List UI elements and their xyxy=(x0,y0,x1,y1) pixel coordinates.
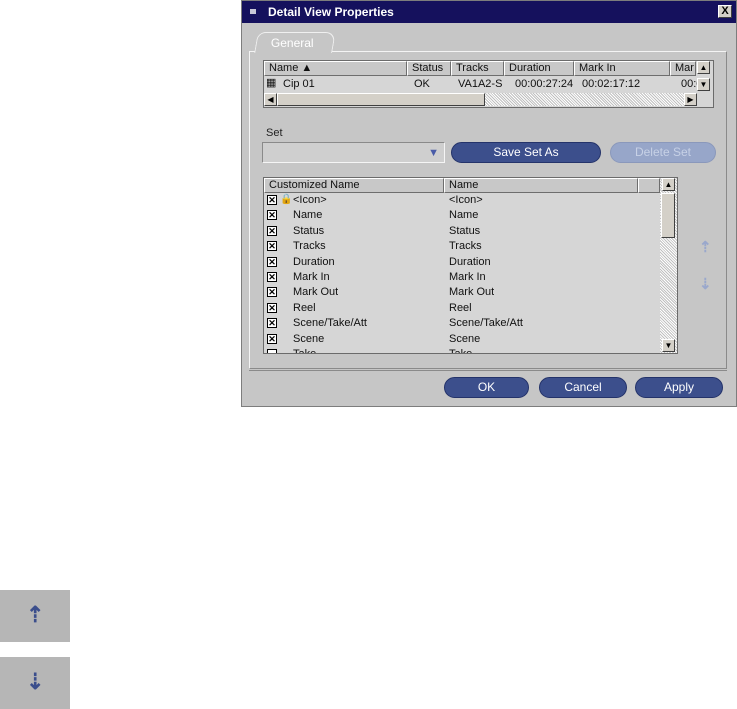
move-up-button[interactable]: ⇡ xyxy=(0,590,70,642)
scroll-left-button[interactable]: ◀ xyxy=(264,93,277,106)
clip-duration: 00:00:27:24 xyxy=(515,78,574,90)
clip-table: Name ▲ Status Tracks Duration Mark In Ma… xyxy=(263,60,714,108)
arrow-up-icon: ⇡ xyxy=(26,602,45,627)
customized-name-cell[interactable]: Tracks xyxy=(293,240,326,252)
set-label: Set xyxy=(266,127,283,139)
customized-name-cell[interactable]: Duration xyxy=(293,256,335,268)
name-cell: Name xyxy=(449,209,479,222)
customized-name-cell[interactable]: Status xyxy=(293,225,324,237)
visibility-checkbox[interactable]: ✕ xyxy=(267,195,277,205)
vertical-scrollbar[interactable]: ▲ ▼ xyxy=(660,178,677,353)
customized-name-cell[interactable]: Mark Out xyxy=(293,286,338,298)
divider xyxy=(249,370,727,371)
customized-name-cell[interactable]: <Icon> xyxy=(293,194,327,206)
columns-table: Customized Name Name ✕ 🔒 <Icon> <Icon> ✕ Name… xyxy=(263,177,678,354)
column-header-mark-out[interactable]: Mar xyxy=(670,61,696,76)
customized-name-cell[interactable]: Scene xyxy=(293,333,324,345)
scroll-up-button[interactable]: ▲ xyxy=(697,61,710,74)
apply-button[interactable]: Apply xyxy=(635,377,723,398)
name-cell: Mark In xyxy=(449,271,486,283)
scroll-up-button[interactable]: ▲ xyxy=(662,178,675,191)
name-cell: Scene xyxy=(449,332,481,345)
column-header-mark-in[interactable]: Mark In xyxy=(574,61,670,76)
customized-name-cell[interactable]: Name xyxy=(293,209,322,221)
scroll-down-button[interactable]: ▼ xyxy=(662,339,675,352)
title-bar[interactable]: Detail View Properties X xyxy=(242,1,736,23)
list-item[interactable]: ✕ 🔒 <Icon> <Icon> xyxy=(264,193,664,208)
column-header-name[interactable]: Name xyxy=(444,178,638,193)
name-cell: Scene/Take/Att xyxy=(449,317,523,330)
customized-name-cell[interactable]: Reel xyxy=(293,302,316,314)
name-cell: Tracks xyxy=(449,240,482,253)
list-item[interactable]: ✕ Scene/Take/Att Scene/Take/Att xyxy=(264,316,664,331)
tab-general-label: General xyxy=(270,36,314,50)
column-header-duration[interactable]: Duration xyxy=(504,61,574,76)
list-item[interactable]: ✕ Mark In Mark In xyxy=(264,270,664,285)
arrow-down-icon: ⇣ xyxy=(26,669,45,694)
visibility-checkbox[interactable]: ✕ xyxy=(267,241,277,252)
name-cell: Reel xyxy=(449,301,472,314)
move-down-icon[interactable]: ⇣ xyxy=(699,275,712,293)
visibility-checkbox[interactable] xyxy=(267,349,277,353)
lock-icon: 🔒 xyxy=(280,194,293,205)
set-dropdown[interactable]: ▼ xyxy=(262,142,445,163)
list-item[interactable]: ✕ Name Name xyxy=(264,208,664,223)
name-cell: Duration xyxy=(449,255,491,268)
visibility-checkbox[interactable]: ✕ xyxy=(267,302,277,313)
scroll-down-button[interactable]: ▼ xyxy=(697,78,710,91)
app-icon xyxy=(250,9,256,14)
clip-mark-in: 00:02:17:12 xyxy=(582,78,641,90)
close-button[interactable]: X xyxy=(718,5,732,18)
column-header-status[interactable]: Status xyxy=(407,61,451,76)
column-header-name[interactable]: Name ▲ xyxy=(264,61,407,76)
list-item[interactable]: ✕ Mark Out Mark Out xyxy=(264,285,664,300)
chevron-down-icon[interactable]: ▼ xyxy=(428,147,439,159)
column-header-customized-name[interactable]: Customized Name xyxy=(264,178,444,193)
visibility-checkbox[interactable]: ✕ xyxy=(267,287,277,298)
name-cell: Mark Out xyxy=(449,286,495,299)
name-cell: <Icon> xyxy=(449,194,483,206)
dialog-title: Detail View Properties xyxy=(268,5,394,19)
clip-status: OK xyxy=(414,78,430,90)
move-up-icon[interactable]: ⇡ xyxy=(699,238,712,256)
delete-set-button[interactable]: Delete Set xyxy=(610,142,716,163)
vertical-scroll-thumb[interactable] xyxy=(661,193,675,238)
horizontal-scrollbar[interactable]: ◀ ▶ xyxy=(264,93,697,106)
save-set-as-button[interactable]: Save Set As xyxy=(451,142,601,163)
scroll-right-button[interactable]: ▶ xyxy=(684,93,697,106)
list-item[interactable]: ✕ Reel Reel xyxy=(264,301,664,316)
customized-name-cell[interactable]: Take xyxy=(293,348,316,353)
list-item[interactable]: ✕ Tracks Tracks xyxy=(264,239,664,254)
tab-general[interactable]: General xyxy=(254,32,336,53)
detail-view-properties-dialog: Detail View Properties X General Name ▲ … xyxy=(241,0,737,407)
cancel-button[interactable]: Cancel xyxy=(539,377,627,398)
column-header-tracks[interactable]: Tracks xyxy=(451,61,504,76)
name-cell: Status xyxy=(449,224,481,237)
ok-button[interactable]: OK xyxy=(444,377,529,398)
customized-name-cell[interactable]: Mark In xyxy=(293,271,330,283)
clip-tracks: VA1A2-S xyxy=(458,78,503,90)
visibility-checkbox[interactable]: ✕ xyxy=(267,225,277,236)
visibility-checkbox[interactable]: ✕ xyxy=(267,318,277,329)
customized-name-cell[interactable]: Scene/Take/Att xyxy=(293,317,367,329)
list-item[interactable]: ✕ Scene Scene xyxy=(264,332,664,347)
visibility-checkbox[interactable]: ✕ xyxy=(267,333,277,344)
column-header-blank xyxy=(638,178,660,193)
name-cell: Take xyxy=(449,348,473,354)
move-down-button[interactable]: ⇣ xyxy=(0,657,70,709)
list-item[interactable]: Take Take xyxy=(264,347,664,354)
clip-name: Cip 01 xyxy=(283,78,315,90)
clip-mark-out: 00:0 xyxy=(681,78,697,90)
visibility-checkbox[interactable]: ✕ xyxy=(267,256,277,267)
clip-icon: ▦ xyxy=(266,77,277,89)
horizontal-scroll-thumb[interactable] xyxy=(277,93,485,106)
visibility-checkbox[interactable]: ✕ xyxy=(267,210,277,221)
list-item[interactable]: ✕ Duration Duration xyxy=(264,255,664,270)
visibility-checkbox[interactable]: ✕ xyxy=(267,272,277,282)
list-item[interactable]: ✕ Status Status xyxy=(264,224,664,239)
